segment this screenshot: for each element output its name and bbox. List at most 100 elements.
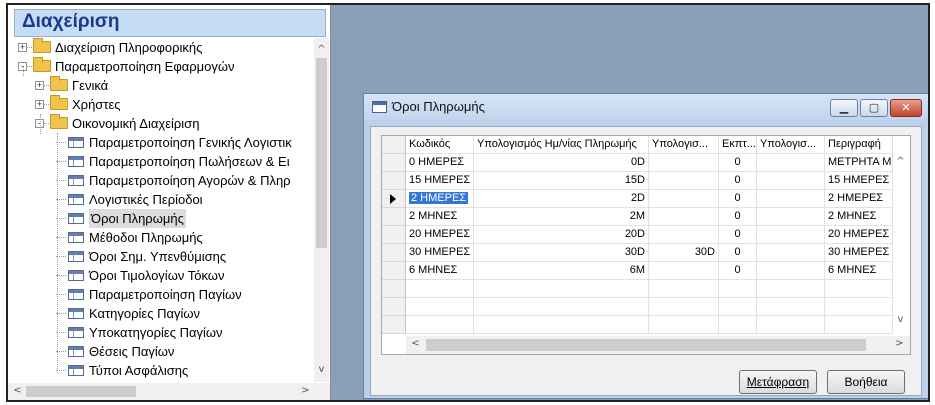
table-cell[interactable] <box>757 280 825 298</box>
table-cell[interactable] <box>649 208 719 226</box>
table-cell[interactable]: 6M <box>474 262 649 280</box>
table-cell[interactable] <box>757 298 825 316</box>
tree-node[interactable]: Παραμετροποίηση Γενικής Λογιστικ <box>14 133 314 152</box>
table-row[interactable]: 2 ΜΗΝΕΣ 2M 0 2 ΜΗΝΕΣ <box>382 208 893 226</box>
table-cell[interactable] <box>406 298 474 316</box>
table-cell[interactable] <box>757 190 825 208</box>
table-row[interactable] <box>382 316 893 334</box>
scroll-right-icon[interactable]: > <box>298 385 313 396</box>
tree-hscroll-thumb[interactable] <box>26 386 136 397</box>
row-selector[interactable] <box>382 190 406 208</box>
table-cell[interactable] <box>649 316 719 334</box>
tree-node[interactable]: + Γενικά <box>14 76 314 95</box>
row-selector[interactable] <box>382 208 406 226</box>
window-titlebar[interactable]: Όροι Πληρωμής ▁ ▢ ✕ <box>364 94 928 120</box>
table-cell[interactable]: 15 ΗΜΕΡΕΣ <box>406 172 474 190</box>
table-cell[interactable] <box>474 280 649 298</box>
table-cell[interactable] <box>757 316 825 334</box>
tree-node[interactable]: Παραμετροποίηση Παγίων <box>14 285 314 304</box>
table-cell[interactable]: 0D <box>474 154 649 172</box>
table-cell[interactable] <box>649 226 719 244</box>
tree-horizontal-scrollbar[interactable]: < > <box>8 383 330 400</box>
tree-scroll-thumb[interactable] <box>316 58 327 248</box>
table-cell[interactable]: 30D <box>474 244 649 262</box>
table-row[interactable]: 30 ΗΜΕΡΕΣ 30D 30D 0 30 ΗΜΕΡΕΣ <box>382 244 893 262</box>
row-selector[interactable] <box>382 244 406 262</box>
tree-node[interactable]: Τύποι Ασφάλισης <box>14 361 314 380</box>
help-button[interactable]: Βοήθεια <box>827 370 905 394</box>
column-header[interactable]: Κωδικός <box>406 136 474 154</box>
table-cell[interactable]: 0 <box>719 190 757 208</box>
grid-vertical-scrollbar[interactable]: ^ v <box>893 154 910 334</box>
tree-node[interactable]: - Οικονομική Διαχείριση <box>14 114 314 133</box>
table-cell[interactable]: 0 <box>719 208 757 226</box>
table-cell[interactable] <box>719 280 757 298</box>
row-selector[interactable] <box>382 298 406 316</box>
table-cell[interactable]: 2 ΗΜΕΡΕΣ <box>406 190 474 208</box>
table-cell[interactable] <box>719 316 757 334</box>
table-cell[interactable] <box>757 226 825 244</box>
table-cell[interactable]: 30D <box>649 244 719 262</box>
table-cell[interactable] <box>649 154 719 172</box>
table-cell[interactable] <box>474 316 649 334</box>
table-cell[interactable]: 30 ΗΜΕΡΕΣ <box>406 244 474 262</box>
column-header[interactable]: Υπολογισ... <box>649 136 719 154</box>
column-header[interactable]: Εκπτ... <box>719 136 757 154</box>
table-cell[interactable]: 0 ΗΜΕΡΕΣ <box>406 154 474 172</box>
table-row[interactable] <box>382 280 893 298</box>
tree-node[interactable]: + Χρήστες <box>14 95 314 114</box>
table-cell[interactable] <box>649 262 719 280</box>
expand-icon[interactable]: + <box>35 100 44 109</box>
table-cell[interactable] <box>719 298 757 316</box>
table-cell[interactable]: 2M <box>474 208 649 226</box>
row-selector[interactable] <box>382 226 406 244</box>
table-cell[interactable]: 30 ΗΜΕΡΕΣ <box>825 244 893 262</box>
grid-scroll-right-icon[interactable]: > <box>892 338 907 349</box>
tree-node[interactable]: + Διαχείριση Πληροφορικής <box>14 38 314 57</box>
row-selector[interactable] <box>382 316 406 334</box>
table-row[interactable]: 0 ΗΜΕΡΕΣ0D 0 ΜΕΤΡΗΤΑ ΜΕ Π <box>382 154 893 172</box>
table-cell[interactable]: 0 <box>719 154 757 172</box>
tree-node[interactable]: Κατηγορίες Παγίων <box>14 304 314 323</box>
table-cell[interactable] <box>757 172 825 190</box>
tree-node[interactable]: Θέσεις Παγίων <box>14 342 314 361</box>
tree-node[interactable]: Όροι Πληρωμής <box>14 209 314 228</box>
table-row[interactable]: 15 ΗΜΕΡΕΣ 15D 0 15 ΗΜΕΡΕΣ <box>382 172 893 190</box>
table-row[interactable] <box>382 298 893 316</box>
table-cell[interactable] <box>649 298 719 316</box>
translate-button[interactable]: Μετάφραση <box>739 370 817 394</box>
table-cell[interactable]: 20 ΗΜΕΡΕΣ <box>406 226 474 244</box>
table-cell[interactable] <box>406 280 474 298</box>
row-selector[interactable] <box>382 172 406 190</box>
maximize-button[interactable]: ▢ <box>860 99 888 117</box>
column-header[interactable]: Υπολογισμός Ημ/νίας Πληρωμής <box>474 136 649 154</box>
grid-scroll-down-icon[interactable]: v <box>893 314 908 325</box>
table-cell[interactable] <box>649 190 719 208</box>
table-cell[interactable]: ΜΕΤΡΗΤΑ ΜΕ Π <box>825 154 893 172</box>
table-cell[interactable]: 6 ΜΗΝΕΣ <box>825 262 893 280</box>
table-cell[interactable]: 2D <box>474 190 649 208</box>
table-cell[interactable] <box>825 280 893 298</box>
table-cell[interactable] <box>757 208 825 226</box>
table-cell[interactable] <box>825 298 893 316</box>
grid-scroll-left-icon[interactable]: < <box>408 338 423 349</box>
table-cell[interactable] <box>757 262 825 280</box>
table-cell[interactable]: 20D <box>474 226 649 244</box>
tree-node[interactable]: Υποκατηγορίες Παγίων <box>14 323 314 342</box>
table-row[interactable]: 6 ΜΗΝΕΣ 6M 0 6 ΜΗΝΕΣ <box>382 262 893 280</box>
table-cell[interactable]: 0 <box>719 244 757 262</box>
row-selector[interactable] <box>382 280 406 298</box>
scroll-left-icon[interactable]: < <box>10 385 25 396</box>
tree-node[interactable]: Λογιστικές Περίοδοι <box>14 190 314 209</box>
table-cell[interactable]: 15D <box>474 172 649 190</box>
tree-node[interactable]: Παραμετροποίηση Πωλήσεων & Ει <box>14 152 314 171</box>
minimize-button[interactable]: ▁ <box>830 99 858 117</box>
table-cell[interactable]: 15 ΗΜΕΡΕΣ <box>825 172 893 190</box>
column-header[interactable]: Περιγραφή <box>825 136 893 154</box>
expand-icon[interactable]: + <box>35 81 44 90</box>
table-cell[interactable]: 0 <box>719 226 757 244</box>
tree-node[interactable]: - Παραμετροποίηση Εφαρμογών <box>14 57 314 76</box>
row-selector[interactable] <box>382 154 406 172</box>
grid-scroll-up-icon[interactable]: ^ <box>893 156 908 167</box>
grid-hscroll-thumb[interactable] <box>426 339 866 351</box>
